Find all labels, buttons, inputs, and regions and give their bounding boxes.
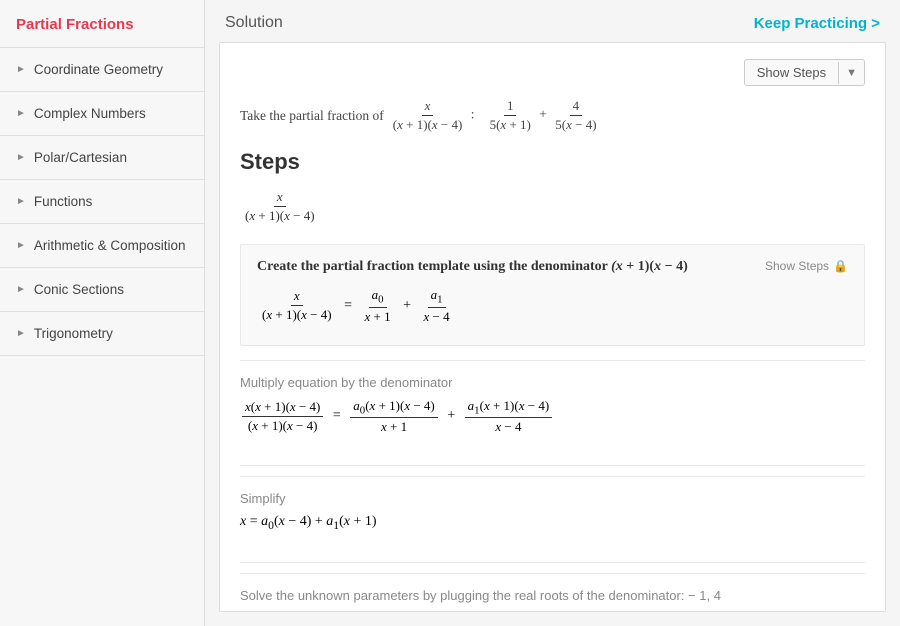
- steps-heading: Steps: [240, 149, 865, 175]
- initial-frac: x (x + 1)(x − 4): [242, 189, 318, 224]
- sidebar-item-label: Trigonometry: [34, 326, 113, 341]
- sidebar: Partial Fractions ► Coordinate Geometry …: [0, 0, 205, 626]
- result-frac2: 4 5(x − 4): [552, 98, 599, 133]
- step1-card: Create the partial fraction template usi…: [240, 244, 865, 346]
- intro-fraction: x (x + 1)(x − 4) : 1 5(x + 1) + 4 5(x − …: [388, 98, 602, 133]
- step2-section: Multiply equation by the denominator x(x…: [240, 360, 865, 456]
- chevron-right-icon: ►: [16, 240, 26, 251]
- main-header: Solution Keep Practicing >: [205, 0, 900, 42]
- sidebar-item-label: Conic Sections: [34, 282, 124, 297]
- step1-equation: x (x + 1)(x − 4) = a0 x + 1 + a1 x − 4: [257, 287, 848, 325]
- chevron-right-icon: ►: [16, 64, 26, 75]
- sidebar-item-label: Functions: [34, 194, 93, 209]
- divider1: [240, 465, 865, 466]
- keep-practicing-link[interactable]: Keep Practicing >: [754, 15, 880, 32]
- lock-icon: 🔒: [833, 259, 848, 273]
- chevron-right-icon: ►: [16, 328, 26, 339]
- chevron-right-icon: ►: [16, 108, 26, 119]
- step1-header: Create the partial fraction template usi…: [257, 259, 848, 275]
- dropdown-arrow-icon: ▼: [838, 62, 864, 84]
- step2-label: Multiply equation by the denominator: [240, 375, 865, 390]
- show-steps-button[interactable]: Show Steps ▼: [744, 59, 865, 86]
- sidebar-item-functions[interactable]: ► Functions: [0, 180, 204, 224]
- intro-frac: x (x + 1)(x − 4): [390, 98, 466, 133]
- divider2: [240, 562, 865, 563]
- result-frac1: 1 5(x + 1): [487, 98, 534, 133]
- initial-expression: x (x + 1)(x − 4): [240, 185, 865, 228]
- step4-label: Solve the unknown parameters by plugging…: [240, 588, 865, 603]
- show-steps-label: Show Steps: [745, 60, 838, 85]
- step3-label: Simplify: [240, 491, 865, 506]
- step3-equation: x = a0(x − 4) + a1(x + 1): [240, 514, 865, 532]
- sidebar-item-polar-cartesian[interactable]: ► Polar/Cartesian: [0, 136, 204, 180]
- chevron-right-icon: ►: [16, 284, 26, 295]
- show-steps-bar: Show Steps ▼: [240, 59, 865, 86]
- sidebar-item-label: Coordinate Geometry: [34, 62, 163, 77]
- step2-equation: x(x + 1)(x − 4) (x + 1)(x − 4) = a0(x + …: [240, 398, 865, 436]
- sidebar-item-coordinate-geometry[interactable]: ► Coordinate Geometry: [0, 48, 204, 92]
- solution-title: Solution: [225, 14, 283, 32]
- solution-area: Show Steps ▼ Take the partial fraction o…: [219, 42, 886, 612]
- sidebar-title: Partial Fractions: [0, 0, 204, 48]
- sidebar-item-label: Arithmetic & Composition: [34, 238, 186, 253]
- chevron-right-icon: ►: [16, 196, 26, 207]
- intro-line: Take the partial fraction of x (x + 1)(x…: [240, 98, 865, 133]
- step4-section: Solve the unknown parameters by plugging…: [240, 573, 865, 612]
- sidebar-item-label: Complex Numbers: [34, 106, 146, 121]
- main-content: Solution Keep Practicing > Show Steps ▼ …: [205, 0, 900, 626]
- step3-section: Simplify x = a0(x − 4) + a1(x + 1): [240, 476, 865, 552]
- sidebar-item-trigonometry[interactable]: ► Trigonometry: [0, 312, 204, 356]
- sidebar-item-conic-sections[interactable]: ► Conic Sections: [0, 268, 204, 312]
- step1-show-steps[interactable]: Show Steps 🔒: [765, 259, 848, 273]
- sidebar-item-arithmetic-composition[interactable]: ► Arithmetic & Composition: [0, 224, 204, 268]
- step1-title: Create the partial fraction template usi…: [257, 259, 688, 275]
- chevron-right-icon: ►: [16, 152, 26, 163]
- intro-prefix: Take the partial fraction of: [240, 108, 384, 124]
- sidebar-item-complex-numbers[interactable]: ► Complex Numbers: [0, 92, 204, 136]
- sidebar-item-label: Polar/Cartesian: [34, 150, 127, 165]
